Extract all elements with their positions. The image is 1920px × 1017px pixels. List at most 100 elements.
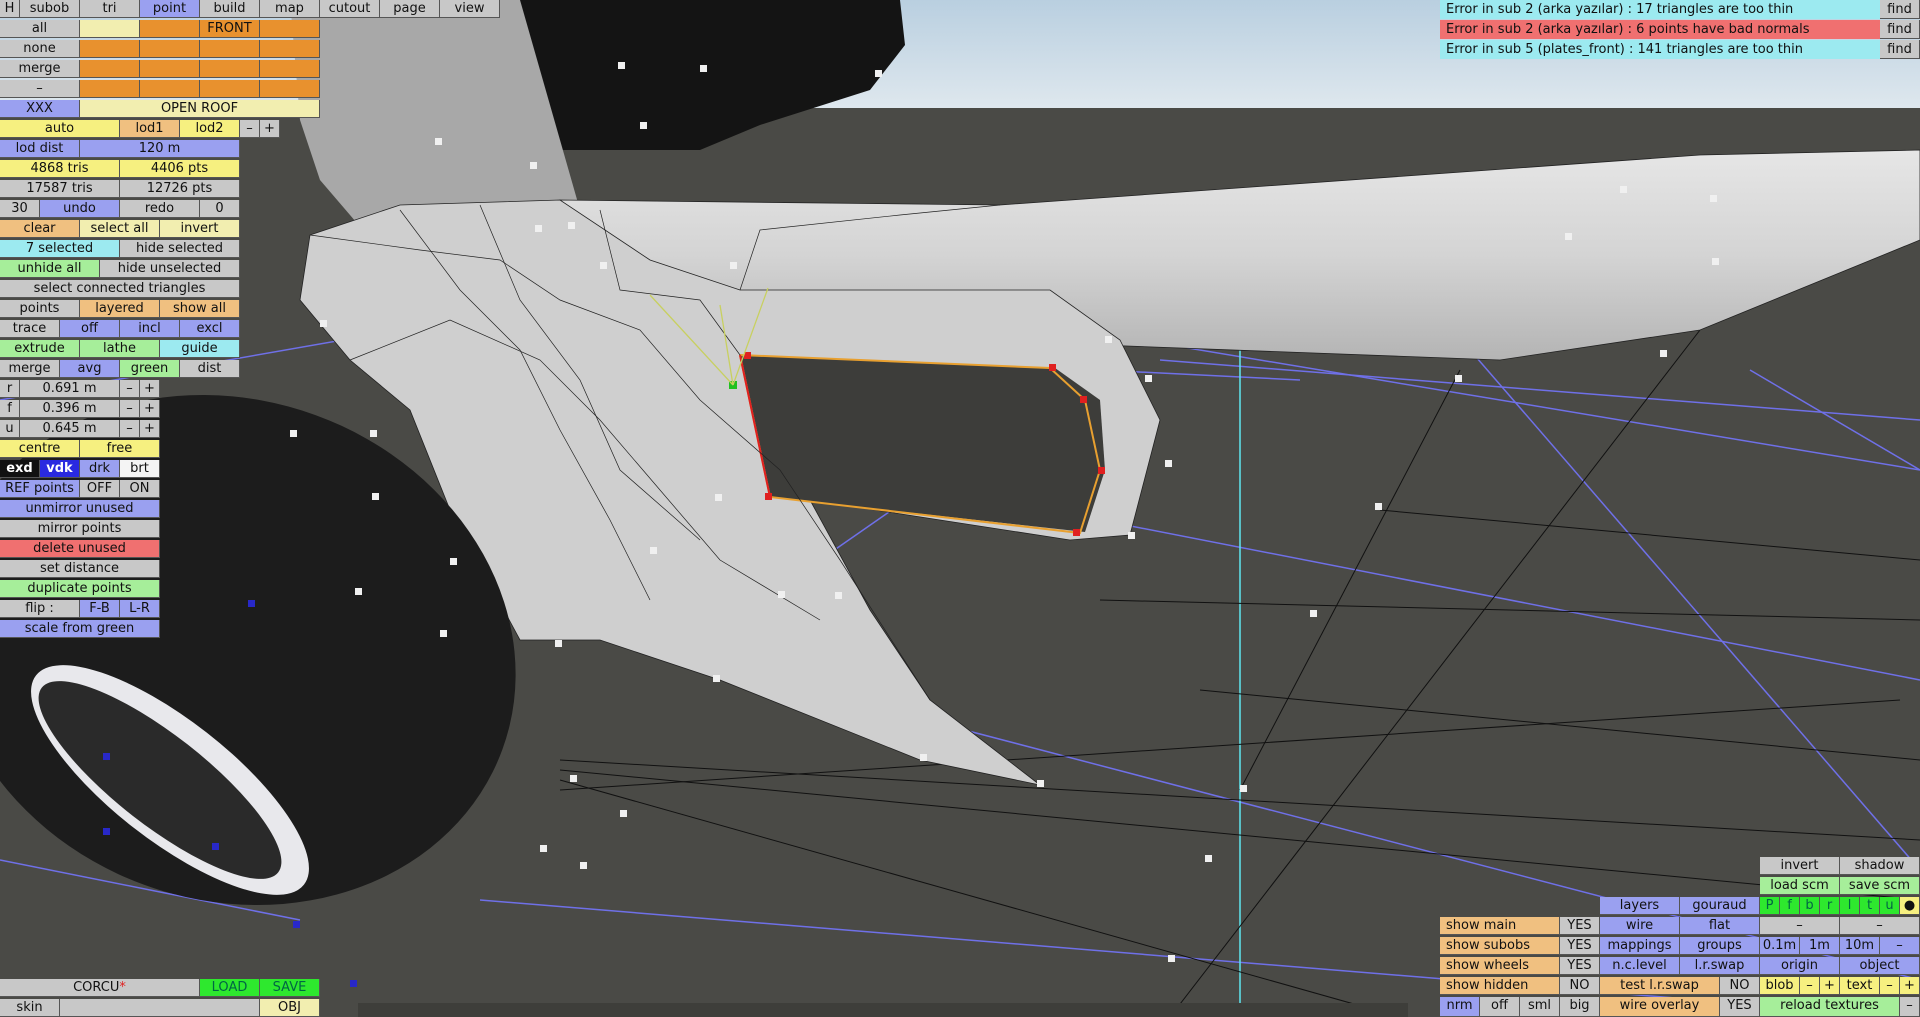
grid-1m-button[interactable]: 1m [1800, 937, 1840, 955]
subob-cell[interactable] [140, 40, 200, 58]
merge-avg-button[interactable]: avg [60, 360, 120, 378]
3d-viewport[interactable] [0, 0, 1920, 1017]
lod1-button[interactable]: lod1 [120, 120, 180, 138]
coord-f-minus[interactable]: – [120, 400, 140, 418]
guide-button[interactable]: guide [160, 340, 240, 358]
subob-cell[interactable] [80, 60, 140, 78]
text-button[interactable]: text [1840, 977, 1880, 995]
coord-r-value[interactable]: 0.691 m [20, 380, 120, 398]
coord-u-plus[interactable]: + [140, 420, 160, 438]
grid-01m-button[interactable]: 0.1m [1760, 937, 1800, 955]
subob-cell[interactable] [80, 40, 140, 58]
show-hidden-toggle[interactable]: NO [1560, 977, 1600, 995]
subob-cell[interactable] [200, 40, 260, 58]
select-all-button[interactable]: select all [80, 220, 160, 238]
view-letter-l[interactable]: l [1840, 897, 1860, 915]
test-lr-swap-label[interactable]: test l.r.swap [1600, 977, 1720, 995]
gouraud-button[interactable]: gouraud [1680, 897, 1760, 915]
menu-build[interactable]: build [200, 0, 260, 18]
flip-lr-button[interactable]: L-R [120, 600, 160, 618]
coord-f-plus[interactable]: + [140, 400, 160, 418]
reload-textures-button[interactable]: reload textures [1760, 997, 1900, 1017]
wire-overlay-label[interactable]: wire overlay [1600, 997, 1720, 1017]
grid-minus-button[interactable]: – [1880, 937, 1920, 955]
menu-map[interactable]: map [260, 0, 320, 18]
view-letter-u[interactable]: u [1880, 897, 1900, 915]
view-letter-t[interactable]: t [1860, 897, 1880, 915]
origin-button[interactable]: origin [1760, 957, 1840, 975]
subob-open-roof[interactable]: OPEN ROOF [80, 100, 320, 118]
menu-page[interactable]: page [380, 0, 440, 18]
shadow-button[interactable]: shadow [1840, 857, 1920, 875]
shade-vdk-button[interactable]: vdk [40, 460, 80, 478]
centre-button[interactable]: centre [0, 440, 80, 458]
coord-u-minus[interactable]: – [120, 420, 140, 438]
shade-exd-button[interactable]: exd [0, 460, 40, 478]
shade-drk-button[interactable]: drk [80, 460, 120, 478]
big-button[interactable]: big [1560, 997, 1600, 1017]
merge-label[interactable]: merge [0, 360, 60, 378]
subob-cell[interactable] [260, 80, 320, 98]
subob-cell[interactable] [140, 60, 200, 78]
trace-off-button[interactable]: off [60, 320, 120, 338]
wire-button[interactable]: wire [1600, 917, 1680, 935]
mappings-button[interactable]: mappings [1600, 937, 1680, 955]
select-connected-button[interactable]: select connected triangles [0, 280, 240, 298]
groups-button[interactable]: groups [1680, 937, 1760, 955]
extrude-button[interactable]: extrude [0, 340, 80, 358]
view-letter-r[interactable]: r [1820, 897, 1840, 915]
subob-cell[interactable] [200, 80, 260, 98]
lod2-button[interactable]: lod2 [180, 120, 240, 138]
wire-overlay-toggle[interactable]: YES [1720, 997, 1760, 1017]
subob-front[interactable]: FRONT [200, 20, 260, 38]
menu-view[interactable]: view [440, 0, 500, 18]
reload-minus-button[interactable]: – [1900, 997, 1920, 1017]
load-scm-button[interactable]: load scm [1760, 877, 1840, 895]
show-main-label[interactable]: show main [1440, 917, 1560, 935]
merge-dist-button[interactable]: dist [180, 360, 240, 378]
subob-merge-button[interactable]: merge [0, 60, 80, 78]
menu-point[interactable]: point [140, 0, 200, 18]
invert-button[interactable]: invert [160, 220, 240, 238]
empty-dash-button[interactable]: – [1760, 917, 1840, 935]
save-button[interactable]: SAVE [260, 979, 320, 997]
coord-f-value[interactable]: 0.396 m [20, 400, 120, 418]
text-plus-button[interactable]: + [1900, 977, 1920, 995]
unhide-all-button[interactable]: unhide all [0, 260, 100, 278]
skin-field[interactable] [60, 999, 260, 1017]
show-wheels-label[interactable]: show wheels [1440, 957, 1560, 975]
coord-r-minus[interactable]: – [120, 380, 140, 398]
subob-dash-button[interactable]: – [0, 80, 80, 98]
delete-unused-button[interactable]: delete unused [0, 540, 160, 558]
shade-brt-button[interactable]: brt [120, 460, 160, 478]
trace-excl-button[interactable]: excl [180, 320, 240, 338]
grid-10m-button[interactable]: 10m [1840, 937, 1880, 955]
subob-cell[interactable] [260, 20, 320, 38]
error-find-button[interactable]: find [1880, 0, 1920, 19]
test-lr-swap-toggle[interactable]: NO [1720, 977, 1760, 995]
flip-fb-button[interactable]: F-B [80, 600, 120, 618]
subob-none-button[interactable]: none [0, 40, 80, 58]
menu-h[interactable]: H [0, 0, 20, 18]
lod-dist-value[interactable]: 120 m [80, 140, 240, 158]
blob-minus-button[interactable]: – [1800, 977, 1820, 995]
subob-cell[interactable] [140, 20, 200, 38]
lod-minus-button[interactable]: – [240, 120, 260, 138]
view-letter-f[interactable]: f [1780, 897, 1800, 915]
load-button[interactable]: LOAD [200, 979, 260, 997]
nrm-button[interactable]: nrm [1440, 997, 1480, 1017]
subob-xxx[interactable]: XXX [0, 100, 80, 118]
subob-cell[interactable] [80, 20, 140, 38]
blob-button[interactable]: blob [1760, 977, 1800, 995]
lathe-button[interactable]: lathe [80, 340, 160, 358]
trace-label[interactable]: trace [0, 320, 60, 338]
subob-cell[interactable] [200, 60, 260, 78]
ref-on-button[interactable]: ON [120, 480, 160, 498]
empty-dash-button[interactable]: – [1840, 917, 1920, 935]
show-main-toggle[interactable]: YES [1560, 917, 1600, 935]
subob-all-button[interactable]: all [0, 20, 80, 38]
skin-button[interactable]: skin [0, 999, 60, 1017]
trace-incl-button[interactable]: incl [120, 320, 180, 338]
hide-unselected-button[interactable]: hide unselected [100, 260, 240, 278]
invert-view-button[interactable]: invert [1760, 857, 1840, 875]
